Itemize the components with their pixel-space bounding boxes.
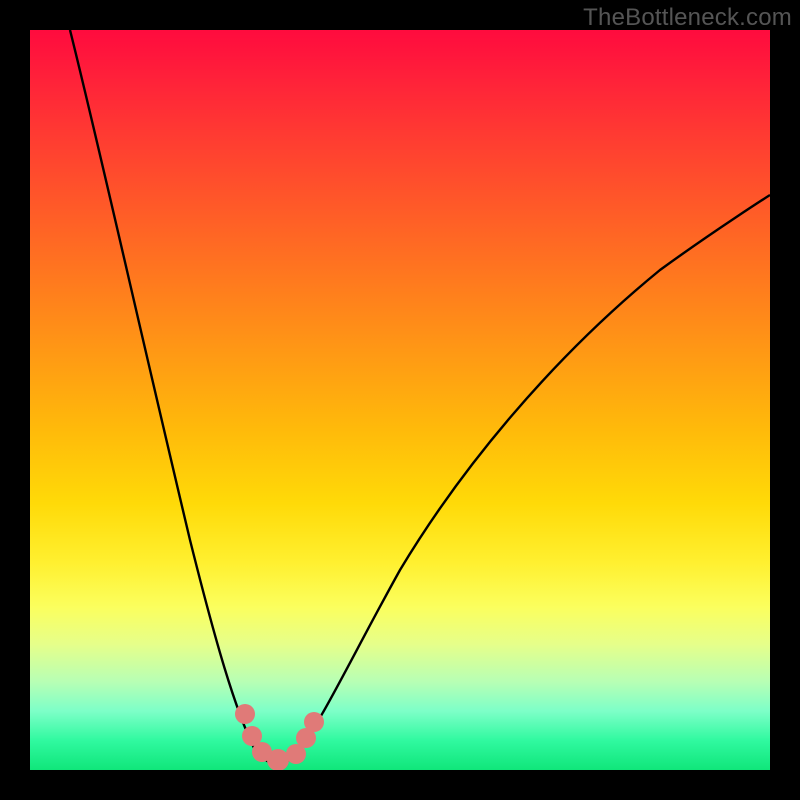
pink-node — [304, 712, 324, 732]
curve-layer — [30, 30, 770, 770]
chart-frame: TheBottleneck.com — [0, 0, 800, 800]
plot-area — [30, 30, 770, 770]
pink-node — [235, 704, 255, 724]
watermark-text: TheBottleneck.com — [583, 4, 792, 32]
pink-node — [267, 749, 289, 770]
bottleneck-curve — [70, 30, 770, 764]
marker-group — [235, 704, 324, 770]
